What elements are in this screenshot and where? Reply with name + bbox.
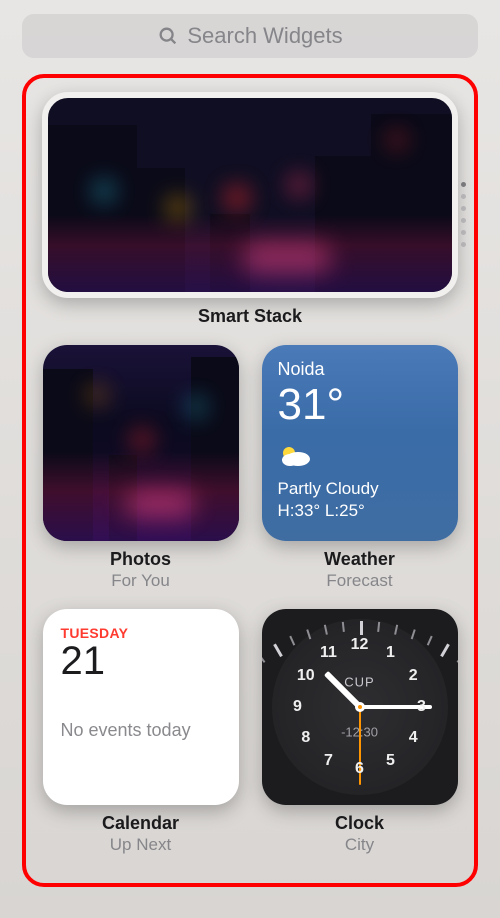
- weather-widget[interactable]: Noida 31° Partly Cloudy H:33° L:25°: [262, 345, 458, 541]
- clock-number: 3: [417, 698, 426, 716]
- clock-tick: [323, 625, 327, 635]
- clock-city-code: CUP: [344, 675, 374, 690]
- clock-number: 9: [293, 698, 302, 716]
- weather-sublabel: Forecast: [324, 571, 395, 591]
- search-placeholder: Search Widgets: [187, 23, 342, 49]
- annotation-highlight: Smart Stack: [22, 74, 478, 887]
- photos-sublabel: For You: [110, 571, 171, 591]
- clock-tick: [306, 629, 311, 639]
- clock-tick: [440, 644, 450, 658]
- smart-stack-widget[interactable]: [42, 92, 458, 298]
- clock-number: 12: [351, 636, 369, 654]
- smart-stack-label: Smart Stack: [42, 306, 458, 327]
- clock-number: 5: [386, 752, 395, 770]
- clock-tick: [360, 621, 363, 635]
- weather-hilo: H:33° L:25°: [278, 501, 442, 521]
- calendar-widget[interactable]: TUESDAY 21 No events today: [43, 609, 239, 805]
- clock-widget[interactable]: CUP -12:30 121234567891011: [262, 609, 458, 805]
- clock-number: 6: [355, 760, 364, 778]
- smart-stack-page-dots[interactable]: [461, 182, 466, 247]
- clock-number: 11: [320, 644, 337, 662]
- photos-label: Photos: [110, 549, 171, 570]
- clock-number: 2: [409, 667, 418, 685]
- clock-tick: [273, 644, 283, 658]
- search-bar[interactable]: Search Widgets: [22, 14, 478, 58]
- clock-tick: [262, 654, 265, 663]
- calendar-sublabel: Up Next: [102, 835, 179, 855]
- weather-label: Weather: [324, 549, 395, 570]
- clock-tick: [410, 629, 415, 639]
- night-city-image: [48, 98, 452, 292]
- clock-label: Clock: [335, 813, 384, 834]
- night-city-image-small: [43, 345, 239, 541]
- clock-sublabel: City: [335, 835, 384, 855]
- smart-stack-row: Smart Stack: [42, 92, 458, 327]
- clock-number: 10: [297, 667, 315, 685]
- clock-tick: [289, 636, 295, 646]
- clock-number: 8: [301, 729, 310, 747]
- clock-tick: [394, 625, 398, 635]
- partly-cloudy-icon: [278, 442, 442, 473]
- clock-number: 1: [386, 644, 395, 662]
- calendar-events-text: No events today: [61, 720, 221, 741]
- clock-center-pin: [355, 702, 365, 712]
- weather-temperature: 31°: [278, 382, 442, 428]
- weather-location: Noida: [278, 359, 442, 380]
- calendar-date: 21: [61, 639, 221, 684]
- clock-tick: [456, 654, 457, 663]
- clock-tick: [426, 636, 432, 646]
- clock-number: 4: [409, 729, 418, 747]
- clock-face: CUP -12:30 121234567891011: [272, 619, 448, 795]
- calendar-label: Calendar: [102, 813, 179, 834]
- clock-tick: [341, 622, 344, 632]
- photos-widget[interactable]: [43, 345, 239, 541]
- clock-number: 7: [324, 752, 333, 770]
- clock-tick: [377, 622, 380, 632]
- widget-gallery-sheet: Search Widgets: [0, 0, 500, 918]
- search-icon: [157, 25, 179, 47]
- weather-conditions: Partly Cloudy: [278, 479, 442, 499]
